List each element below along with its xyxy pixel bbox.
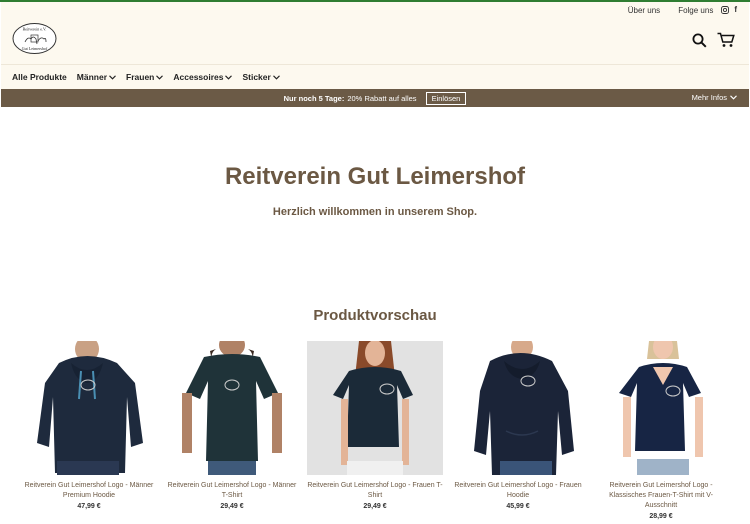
hero-title: Reitverein Gut Leimershof xyxy=(224,163,526,190)
nav-label: Männer xyxy=(76,72,108,82)
product-image[interactable] xyxy=(593,341,729,475)
product-card[interactable]: Reitverein Gut Leimershof Logo - Frauen … xyxy=(307,341,443,510)
nav-label: Sticker xyxy=(242,72,271,82)
instagram-icon[interactable] xyxy=(721,6,730,14)
product-name[interactable]: Reitverein Gut Leimershof Logo - Frauen … xyxy=(307,481,443,501)
utility-bar: Über uns Folge uns f xyxy=(628,4,737,16)
nav-women[interactable]: Frauen xyxy=(126,72,164,82)
header-icons xyxy=(692,32,735,48)
logo-text-bottom: Gut Leimershof xyxy=(22,46,48,51)
nav-label: Frauen xyxy=(126,72,155,82)
product-card[interactable]: Reitverein Gut Leimershof Logo - Männer … xyxy=(21,341,157,510)
chevron-down-icon xyxy=(730,95,737,100)
follow-label: Folge uns xyxy=(678,5,714,15)
nav-label: Accessoires xyxy=(173,72,224,82)
chevron-down-icon xyxy=(272,74,280,80)
nav-label: Alle Produkte xyxy=(12,72,67,82)
product-price: 29,49 € xyxy=(363,503,387,510)
more-info-label: Mehr Infos xyxy=(691,93,727,102)
product-image[interactable] xyxy=(307,341,443,475)
product-image[interactable] xyxy=(21,341,157,475)
chevron-down-icon xyxy=(225,74,233,80)
facebook-icon[interactable]: f xyxy=(734,6,737,14)
product-card[interactable]: Reitverein Gut Leimershof Logo - Klassis… xyxy=(593,341,729,520)
promo-lead: Nur noch 5 Tage: xyxy=(283,93,345,103)
product-grid: Reitverein Gut Leimershof Logo - Männer … xyxy=(21,341,731,524)
product-price: 29,49 € xyxy=(220,503,244,510)
product-price: 28,99 € xyxy=(649,513,673,520)
product-card[interactable]: Reitverein Gut Leimershof Logo - Männer … xyxy=(164,341,300,510)
nav-all-products[interactable]: Alle Produkte xyxy=(12,72,67,82)
product-card[interactable]: Reitverein Gut Leimershof Logo - Frauen … xyxy=(450,341,586,510)
logo[interactable]: Reitverein e.V. Gut Leimershof xyxy=(12,22,57,55)
hero-subtitle: Herzlich willkommen in unserem Shop. xyxy=(272,206,478,218)
cart-icon[interactable] xyxy=(717,32,735,48)
promo-text: 20% Rabatt auf alles xyxy=(347,93,417,103)
product-image[interactable] xyxy=(164,341,300,475)
promo-center: Nur noch 5 Tage: 20% Rabatt auf alles Ei… xyxy=(1,89,749,107)
main-nav: Alle Produkte Männer Frauen Accessoires … xyxy=(1,64,749,89)
product-name[interactable]: Reitverein Gut Leimershof Logo - Frauen … xyxy=(450,481,586,501)
product-price: 47,99 € xyxy=(77,503,101,510)
header: Über uns Folge uns f Reitverein e.V. Gut… xyxy=(1,2,749,64)
nav-men[interactable]: Männer xyxy=(77,72,116,82)
more-info-link[interactable]: Mehr Infos xyxy=(692,93,737,102)
about-link[interactable]: Über uns xyxy=(628,6,660,15)
product-preview-title: Produktvorschau xyxy=(313,307,437,324)
redeem-button[interactable]: Einlösen xyxy=(425,91,467,105)
chevron-down-icon xyxy=(109,74,116,80)
chevron-down-icon xyxy=(156,74,164,80)
product-image[interactable] xyxy=(450,341,586,475)
logo-text-top: Reitverein e.V. xyxy=(23,27,47,32)
nav-stickers[interactable]: Sticker xyxy=(242,72,280,82)
promo-banner: Nur noch 5 Tage: 20% Rabatt auf alles Ei… xyxy=(1,89,749,107)
product-name[interactable]: Reitverein Gut Leimershof Logo - Männer … xyxy=(21,481,157,501)
social-links: f xyxy=(721,6,737,14)
product-name[interactable]: Reitverein Gut Leimershof Logo - Klassis… xyxy=(593,481,729,511)
search-icon[interactable] xyxy=(692,33,707,48)
product-price: 45,99 € xyxy=(506,503,530,510)
nav-accessories[interactable]: Accessoires xyxy=(173,72,233,82)
product-name[interactable]: Reitverein Gut Leimershof Logo - Männer … xyxy=(164,481,300,501)
